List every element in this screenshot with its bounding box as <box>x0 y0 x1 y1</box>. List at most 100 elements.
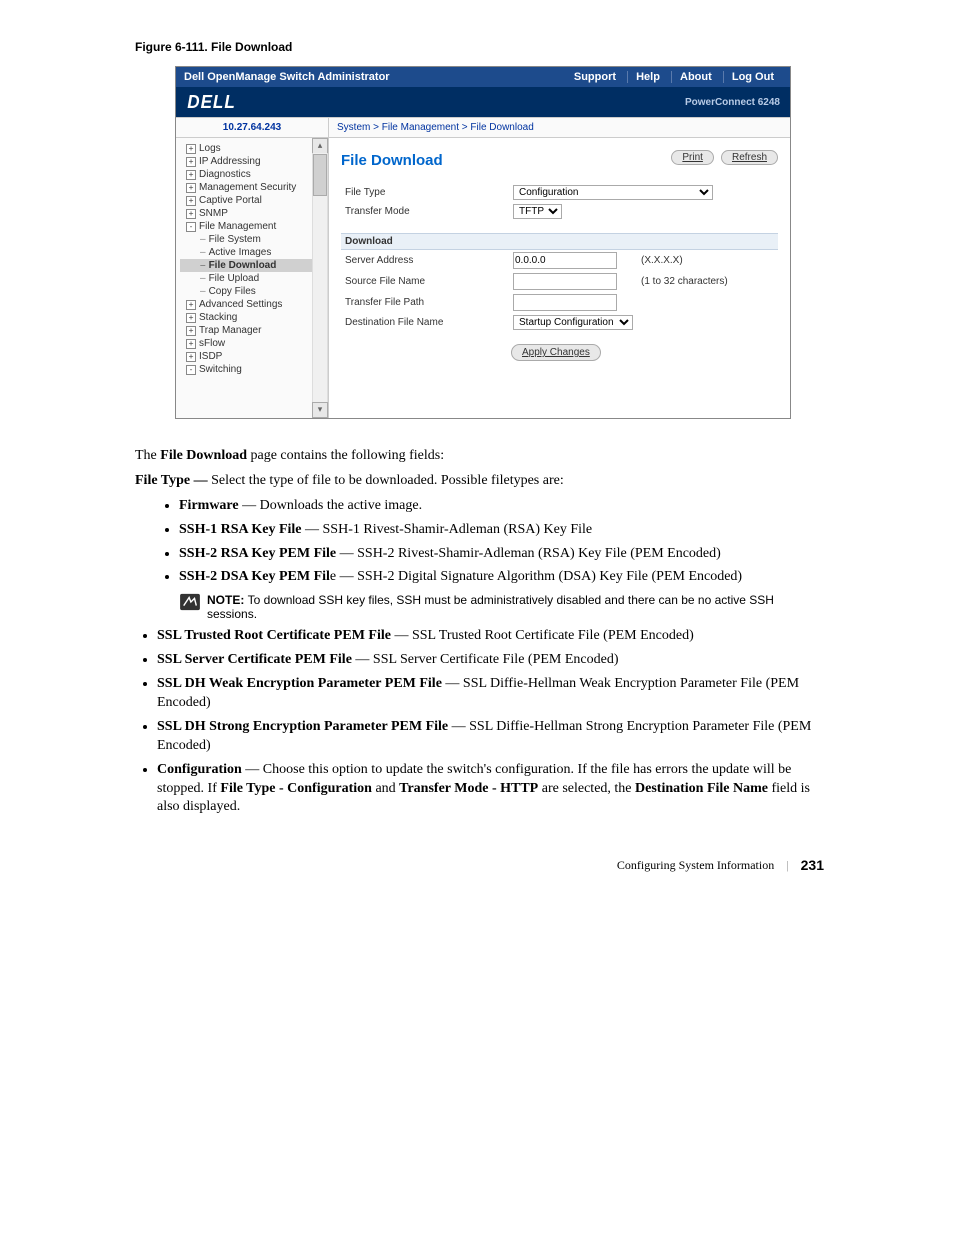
sidebar-item-label: File System <box>209 234 261 245</box>
footer-separator: | <box>786 858 788 873</box>
sidebar-item-active-images[interactable]: –Active Images <box>180 246 328 259</box>
sidebar-item-label: SNMP <box>199 208 228 219</box>
sidebar-item-captive-portal[interactable]: +Captive Portal <box>180 194 328 207</box>
dest-file-select[interactable]: Startup Configuration <box>513 315 633 330</box>
transfer-path-input[interactable] <box>513 294 617 311</box>
source-file-label: Source File Name <box>341 271 509 292</box>
expand-icon[interactable]: + <box>186 170 196 180</box>
sidebar-item-copy-files[interactable]: –Copy Files <box>180 285 328 298</box>
sidebar-item-file-download[interactable]: –File Download <box>180 259 328 272</box>
top-bar: Dell OpenManage Switch Administrator Sup… <box>176 67 790 87</box>
document-body: The File Download page contains the foll… <box>135 447 824 817</box>
expand-icon[interactable]: + <box>186 326 196 336</box>
server-address-hint: (X.X.X.X) <box>637 250 778 272</box>
footer-section: Configuring System Information <box>617 858 774 873</box>
sidebar-item-sflow[interactable]: +sFlow <box>180 337 328 350</box>
sidebar-item-label: Trap Manager <box>199 325 261 336</box>
product-name: PowerConnect 6248 <box>685 97 780 108</box>
page-number: 231 <box>801 857 824 873</box>
expand-icon[interactable]: + <box>186 352 196 362</box>
refresh-button[interactable]: Refresh <box>721 150 778 165</box>
nav-support[interactable]: Support <box>566 71 624 83</box>
sidebar-item-advanced-settings[interactable]: +Advanced Settings <box>180 298 328 311</box>
breadcrumb: System > File Management > File Download <box>329 118 542 137</box>
expand-icon[interactable]: + <box>186 209 196 219</box>
nav-about[interactable]: About <box>671 71 720 83</box>
server-address-label: Server Address <box>341 250 509 272</box>
sidebar-item-label: Stacking <box>199 312 237 323</box>
scroll-down-icon[interactable]: ▾ <box>312 402 328 418</box>
list-item: SSL Server Certificate PEM File — SSL Se… <box>157 651 824 670</box>
tree-branch-icon: – <box>200 234 206 245</box>
top-nav: Support Help About Log Out <box>566 71 782 83</box>
sidebar-item-label: Active Images <box>209 247 272 258</box>
expand-icon[interactable]: + <box>186 339 196 349</box>
list-item: SSL DH Strong Encryption Parameter PEM F… <box>157 718 824 756</box>
scroll-up-icon[interactable]: ▴ <box>312 138 328 154</box>
sidebar-item-label: Captive Portal <box>199 195 262 206</box>
list-item: SSL Trusted Root Certificate PEM File — … <box>157 627 824 646</box>
expand-icon[interactable]: + <box>186 300 196 310</box>
sidebar-item-isdp[interactable]: +ISDP <box>180 350 328 363</box>
source-file-hint: (1 to 32 characters) <box>637 271 778 292</box>
sidebar-item-label: Switching <box>199 364 242 375</box>
sidebar-item-diagnostics[interactable]: +Diagnostics <box>180 168 328 181</box>
file-type-label: File Type <box>341 183 509 202</box>
logo-bar: DELL PowerConnect 6248 <box>176 87 790 117</box>
expand-icon[interactable]: + <box>186 157 196 167</box>
print-button[interactable]: Print <box>671 150 714 165</box>
list-item: Configuration — Choose this option to up… <box>157 761 824 818</box>
sidebar-item-switching[interactable]: -Switching <box>180 363 328 376</box>
page-footer: Configuring System Information | 231 <box>135 857 824 873</box>
note-block: NOTE: To download SSH key files, SSH mus… <box>179 593 824 621</box>
dell-logo: DELL <box>187 92 235 113</box>
collapse-icon[interactable]: - <box>186 365 196 375</box>
nav-help[interactable]: Help <box>627 71 668 83</box>
sidebar-item-ip-addressing[interactable]: +IP Addressing <box>180 155 328 168</box>
sidebar-item-label: ISDP <box>199 351 222 362</box>
sidebar-item-label: Management Security <box>199 182 296 193</box>
tree-branch-icon: – <box>200 273 206 284</box>
sidebar-item-label: File Download <box>209 260 277 271</box>
file-type-select[interactable]: Configuration <box>513 185 713 200</box>
sidebar-item-stacking[interactable]: +Stacking <box>180 311 328 324</box>
list-item: SSL DH Weak Encryption Parameter PEM Fil… <box>157 675 824 713</box>
expand-icon[interactable]: + <box>186 183 196 193</box>
content-area: Print Refresh File Download File Type Co… <box>329 138 790 418</box>
list-item: Firmware — Downloads the active image. <box>179 497 824 516</box>
sidebar-item-file-management[interactable]: -File Management <box>180 220 328 233</box>
expand-icon[interactable]: + <box>186 196 196 206</box>
sidebar-item-label: Advanced Settings <box>199 299 282 310</box>
expand-icon[interactable]: + <box>186 313 196 323</box>
intro-paragraph: The File Download page contains the foll… <box>135 447 824 466</box>
nav-logout[interactable]: Log Out <box>723 71 782 83</box>
collapse-icon[interactable]: - <box>186 222 196 232</box>
sidebar-item-snmp[interactable]: +SNMP <box>180 207 328 220</box>
sidebar-item-label: IP Addressing <box>199 156 261 167</box>
list-item: SSH-2 DSA Key PEM File — SSH-2 Digital S… <box>179 568 824 587</box>
screenshot-container: Dell OpenManage Switch Administrator Sup… <box>175 66 791 419</box>
sidebar-item-trap-manager[interactable]: +Trap Manager <box>180 324 328 337</box>
sidebar-item-label: File Management <box>199 221 276 232</box>
source-file-input[interactable] <box>513 273 617 290</box>
sidebar-item-file-upload[interactable]: –File Upload <box>180 272 328 285</box>
sidebar-item-management-security[interactable]: +Management Security <box>180 181 328 194</box>
transfer-mode-select[interactable]: TFTP <box>513 204 562 219</box>
sidebar-item-label: Logs <box>199 143 221 154</box>
sidebar-item-logs[interactable]: +Logs <box>180 142 328 155</box>
figure-caption: Figure 6-111. File Download <box>135 40 824 54</box>
sidebar-item-label: Diagnostics <box>199 169 251 180</box>
server-address-input[interactable] <box>513 252 617 269</box>
expand-icon[interactable]: + <box>186 144 196 154</box>
tree-branch-icon: – <box>200 260 206 271</box>
sidebar-item-label: File Upload <box>209 273 260 284</box>
apply-changes-button[interactable]: Apply Changes <box>511 344 601 361</box>
list-item: SSH-2 RSA Key PEM File — SSH-2 Rivest-Sh… <box>179 545 824 564</box>
scroll-thumb[interactable] <box>313 154 327 196</box>
transfer-mode-label: Transfer Mode <box>341 202 509 221</box>
sidebar-item-file-system[interactable]: –File System <box>180 233 328 246</box>
sidebar-item-label: Copy Files <box>209 286 256 297</box>
breadcrumb-bar: 10.27.64.243 System > File Management > … <box>176 117 790 138</box>
dest-file-label: Destination File Name <box>341 313 509 332</box>
file-type-paragraph: File Type — Select the type of file to b… <box>135 472 824 491</box>
